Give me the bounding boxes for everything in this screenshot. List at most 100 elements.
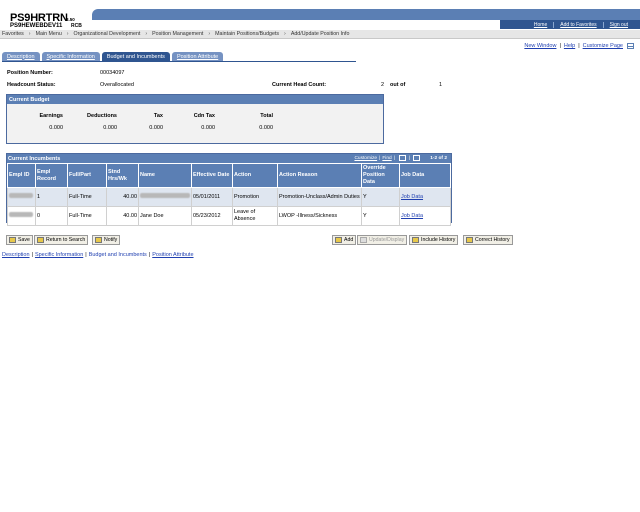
- position-number-label: Position Number:: [7, 70, 53, 76]
- current-incumbents-grid: Current Incumbents Customize | Find | | …: [6, 153, 452, 226]
- app-version: 8.50: [66, 17, 75, 22]
- chevron-right-icon: ›: [28, 31, 31, 37]
- job-data-link[interactable]: Job Data: [401, 194, 423, 200]
- separator: |: [559, 43, 561, 49]
- deductions-column: Deductions 0.000: [77, 113, 117, 131]
- tab-description[interactable]: Description: [2, 52, 40, 61]
- total-column: Total 0.000: [247, 113, 273, 131]
- tab-budget-and-incumbents[interactable]: Budget and Incumbents: [101, 52, 170, 61]
- help-link[interactable]: Help: [564, 43, 575, 49]
- current-budget-title: Current Budget: [7, 95, 383, 104]
- save-button-label: Save: [18, 237, 30, 243]
- breadcrumb: Favorites › Main Menu › Organizational Dev…: [0, 30, 640, 39]
- return-to-search-icon: [37, 237, 44, 243]
- action-cell: Leave of Absence: [232, 206, 278, 226]
- bottom-link-budget-and-incumbents: Budget and Incumbents: [88, 252, 147, 258]
- separator: |: [148, 252, 151, 258]
- table-header-row: Empl ID Empl Record Full/Part Stnd Hrs/W…: [7, 163, 451, 188]
- grid-find-link[interactable]: Find: [382, 156, 391, 161]
- nav-organizational-development[interactable]: Organizational Development: [74, 31, 141, 37]
- page-links: New Window | Help | Customize Page: [524, 43, 634, 49]
- empl-record-cell: 1: [35, 187, 68, 207]
- hours-cell: 40.00: [106, 206, 139, 226]
- add-to-favorites-link[interactable]: Add to Favorites: [553, 22, 602, 28]
- out-of-label: out of: [390, 82, 406, 88]
- chevron-right-icon: ›: [66, 31, 69, 37]
- view-all-icon[interactable]: [398, 155, 406, 161]
- table-row: 0 Full-Time 40.00 Jane Doe 05/23/2012 Le…: [7, 206, 451, 226]
- notify-button[interactable]: Notify: [92, 235, 121, 245]
- cdn-tax-value: 0.000: [201, 125, 215, 131]
- headcount-status-label: Headcount Status:: [7, 82, 56, 88]
- chevron-right-icon: ›: [145, 31, 148, 37]
- return-to-search-button[interactable]: Return to Search: [34, 235, 89, 245]
- empl-record-cell: 0: [35, 206, 68, 226]
- nav-position-management[interactable]: Position Management: [152, 31, 203, 37]
- grid-icon[interactable]: [627, 43, 634, 49]
- download-icon[interactable]: [413, 155, 421, 161]
- nav-maintain-positions[interactable]: Maintain Positions/Budgets: [215, 31, 279, 37]
- incumbents-title: Current Incumbents: [8, 155, 61, 162]
- notify-icon: [95, 237, 102, 243]
- sign-out-link[interactable]: Sign out: [602, 22, 634, 28]
- current-budget-box: Current Budget Earnings 0.000 Deductions…: [6, 94, 384, 144]
- headcount-status-value: Overallocated: [100, 82, 134, 88]
- update-display-icon: [360, 237, 367, 243]
- user-id: RCB: [71, 23, 82, 29]
- tab-underline: [2, 61, 356, 62]
- add-button[interactable]: Add: [332, 235, 357, 245]
- earnings-column: Earnings 0.000: [27, 113, 63, 131]
- home-link[interactable]: Home: [528, 22, 553, 28]
- col-full-part: Full/Part: [67, 163, 107, 188]
- tab-specific-information[interactable]: Specific Information: [41, 52, 100, 61]
- nav-main-menu[interactable]: Main Menu: [36, 31, 62, 37]
- nav-add-update-position[interactable]: Add/Update Position Info: [291, 31, 350, 37]
- notify-label: Notify: [104, 237, 118, 243]
- correct-history-button[interactable]: Correct History: [463, 235, 513, 245]
- save-button[interactable]: Save: [6, 235, 33, 245]
- bottom-link-position-attribute[interactable]: Position Attribute: [152, 252, 193, 258]
- nav-favorites[interactable]: Favorites: [2, 31, 24, 37]
- col-action: Action: [232, 163, 278, 188]
- earnings-value: 0.000: [49, 125, 63, 131]
- customize-page-link[interactable]: Customize Page: [583, 43, 623, 49]
- earnings-header: Earnings: [39, 113, 63, 119]
- grid-toolbar: Customize | Find | | 1-2 of 2: [354, 155, 447, 161]
- separator: |: [85, 252, 87, 258]
- redacted-name: [140, 193, 190, 198]
- max-head-count-value: 1: [439, 82, 443, 88]
- include-history-label: Include History: [421, 237, 456, 243]
- col-override: Override Position Data: [361, 163, 400, 188]
- name-cell: [138, 187, 192, 207]
- current-head-count-value: 2: [381, 82, 385, 88]
- effective-date-cell: 05/23/2012: [191, 206, 233, 226]
- total-value: 0.000: [259, 125, 273, 131]
- tab-position-attribute[interactable]: Position Attribute: [171, 52, 224, 61]
- deductions-value: 0.000: [103, 125, 117, 131]
- bottom-link-specific-information[interactable]: Specific Information: [35, 252, 83, 258]
- new-window-link[interactable]: New Window: [524, 43, 556, 49]
- separator: |: [31, 252, 33, 258]
- chevron-right-icon: ›: [208, 31, 211, 37]
- empl-id-cell: [7, 206, 36, 226]
- incumbents-table: Empl ID Empl Record Full/Part Stnd Hrs/W…: [7, 163, 451, 226]
- col-job-data: Job Data: [399, 163, 451, 188]
- cdn-tax-column: Cdn Tax 0.000: [185, 113, 215, 131]
- full-part-cell: Full-Time: [67, 206, 107, 226]
- bottom-link-description[interactable]: Description: [2, 252, 30, 258]
- database-name: PS9HEWEBDEV11: [10, 23, 63, 29]
- include-history-button[interactable]: Include History: [409, 235, 459, 245]
- separator: |: [379, 155, 381, 161]
- deductions-header: Deductions: [87, 113, 117, 119]
- tax-header: Tax: [153, 113, 163, 119]
- hours-cell: 40.00: [106, 187, 139, 207]
- job-data-link[interactable]: Job Data: [401, 213, 423, 219]
- full-part-cell: Full-Time: [67, 187, 107, 207]
- grid-customize-link[interactable]: Customize: [354, 156, 377, 161]
- update-display-button[interactable]: Update/Display: [357, 235, 408, 245]
- col-stnd-hrs: Stnd Hrs/Wk: [106, 163, 139, 188]
- cdn-tax-header: Cdn Tax: [193, 113, 215, 119]
- chevron-right-icon: ›: [284, 31, 286, 37]
- add-label: Add: [344, 237, 354, 243]
- table-row: 1 Full-Time 40.00 05/01/2011 Promotion P…: [7, 187, 451, 207]
